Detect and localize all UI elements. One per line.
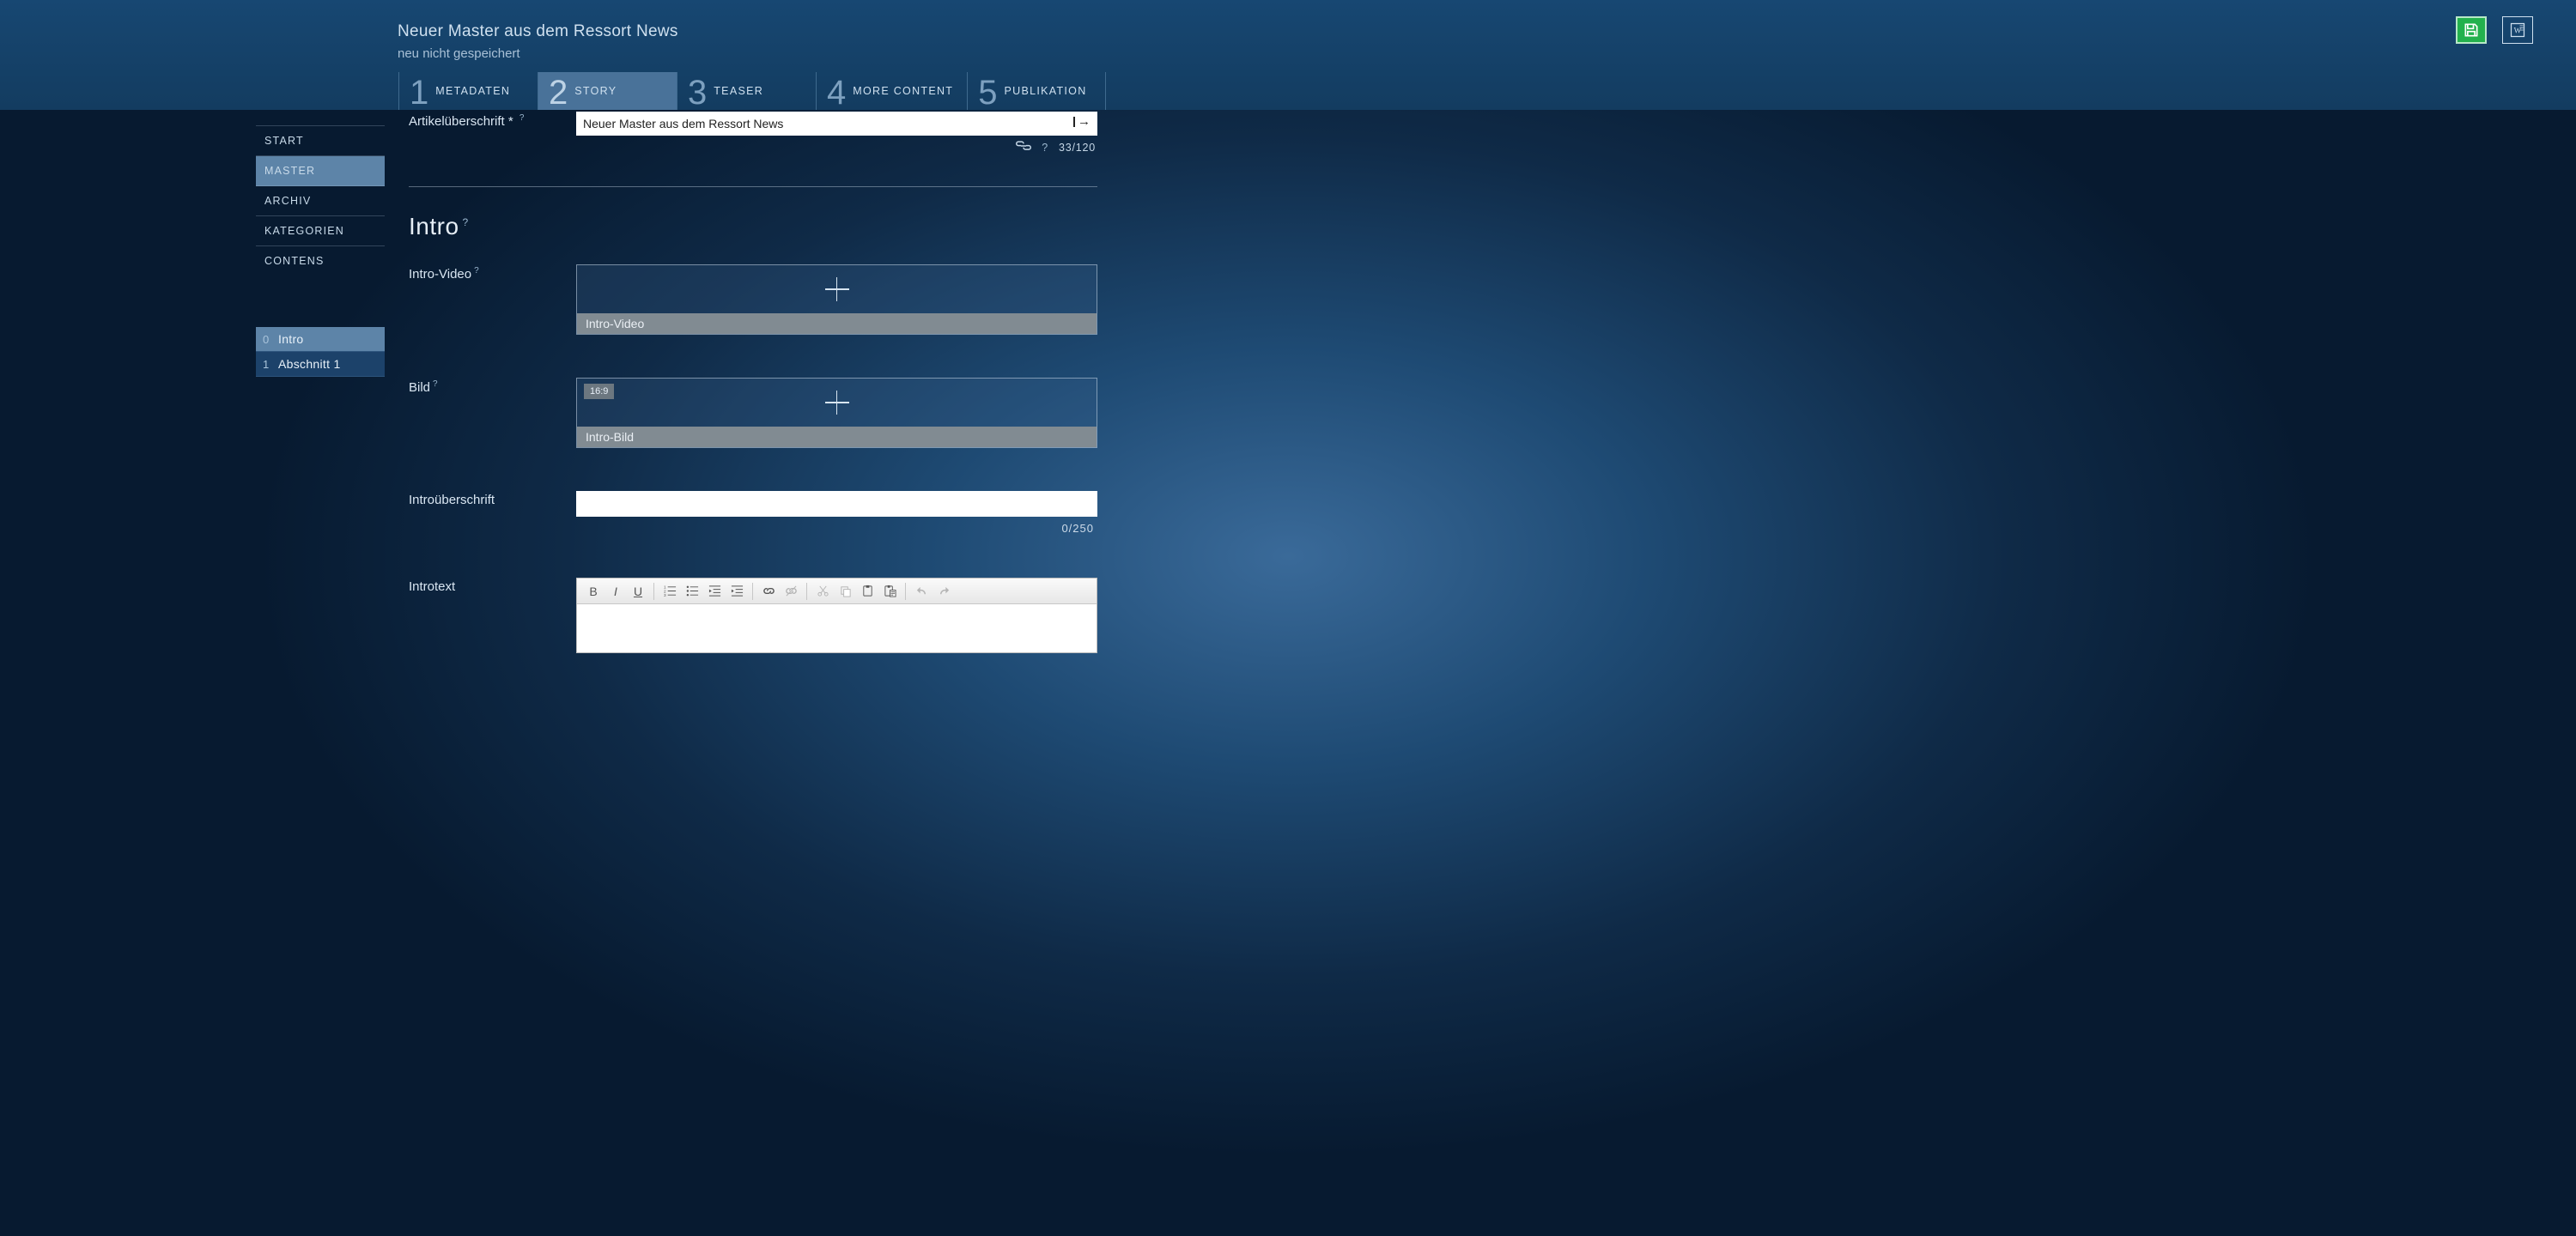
sidebar-item-kategorien[interactable]: KATEGORIEN (256, 216, 385, 246)
link-icon[interactable] (1016, 141, 1031, 154)
section-item-abschnitt-1[interactable]: 1 Abschnitt 1 (256, 352, 385, 377)
intro-video-caption: Intro-Video (577, 313, 1097, 334)
redo-button[interactable] (933, 581, 955, 602)
tab-story[interactable]: 2 STORY (538, 72, 677, 110)
main-form: Artikelüberschrift * ? → ? 33/120 (397, 110, 1109, 705)
ordered-list-button[interactable]: 123 (659, 581, 681, 602)
word-icon: W (2509, 21, 2526, 39)
headline-input[interactable] (576, 112, 1097, 136)
section-nav: 0 Intro 1 Abschnitt 1 (256, 327, 385, 377)
intro-video-dropzone[interactable]: Intro-Video (576, 264, 1097, 335)
page-subtitle: neu nicht gespeichert (398, 41, 2576, 61)
save-button[interactable] (2456, 16, 2487, 44)
section-item-intro[interactable]: 0 Intro (256, 327, 385, 352)
rte-toolbar: B I U 123 (577, 579, 1097, 604)
page-title: Neuer Master aus dem Ressort News (398, 0, 2576, 41)
divider (409, 186, 1097, 187)
tab-publikation[interactable]: 5 PUBLIKATION (967, 72, 1106, 110)
intro-video-label: Intro-Video? (409, 264, 576, 282)
plus-icon (825, 391, 849, 415)
intro-text-label: Introtext (409, 578, 576, 594)
headline-label: Artikelüberschrift * ? (409, 112, 576, 129)
bold-button[interactable]: B (582, 581, 605, 602)
help-icon[interactable]: ? (471, 266, 479, 276)
outdent-button[interactable] (703, 581, 726, 602)
word-export-button[interactable]: W (2502, 16, 2533, 44)
tab-more-content[interactable]: 4 MORE CONTENT (816, 72, 967, 110)
underline-button[interactable]: U (627, 581, 649, 602)
sidebar-item-archiv[interactable]: ARCHIV (256, 186, 385, 216)
indent-button[interactable] (726, 581, 748, 602)
insert-link-button[interactable] (757, 581, 780, 602)
help-icon[interactable]: ? (430, 379, 438, 389)
header-band: Neuer Master aus dem Ressort News neu ni… (0, 0, 2576, 110)
help-icon[interactable]: ? (517, 113, 525, 123)
sidebar-item-start[interactable]: START (256, 125, 385, 156)
help-icon[interactable]: ? (1042, 142, 1048, 154)
copy-button[interactable] (834, 581, 856, 602)
sidebar: START MASTER ARCHIV KATEGORIEN CONTENS 0… (256, 110, 385, 377)
sidebar-item-contens[interactable]: CONTENS (256, 246, 385, 276)
unordered-list-button[interactable] (681, 581, 703, 602)
help-icon[interactable]: ? (459, 216, 469, 228)
tab-metadaten[interactable]: 1 METADATEN (398, 72, 538, 110)
remove-link-button[interactable] (780, 581, 802, 602)
header-toolbar: W (2456, 16, 2533, 44)
aspect-ratio-badge: 16:9 (584, 384, 614, 399)
italic-button[interactable]: I (605, 581, 627, 602)
undo-button[interactable] (910, 581, 933, 602)
intro-heading-label: Introüberschrift (409, 491, 576, 507)
cut-button[interactable] (811, 581, 834, 602)
headline-counter: 33/120 (1059, 142, 1096, 154)
tab-teaser[interactable]: 3 TEASER (677, 72, 816, 110)
intro-heading-input[interactable] (576, 491, 1097, 517)
intro-image-caption: Intro-Bild (577, 427, 1097, 447)
paste-plain-button[interactable] (878, 581, 901, 602)
save-icon (2463, 21, 2480, 39)
paste-button[interactable] (856, 581, 878, 602)
intro-text-editor: B I U 123 (576, 578, 1097, 653)
intro-section-title: Intro? (409, 213, 1097, 240)
sidebar-item-master[interactable]: MASTER (256, 156, 385, 186)
plus-icon (825, 277, 849, 301)
intro-image-dropzone[interactable]: 16:9 Intro-Bild (576, 378, 1097, 448)
step-tabs: 1 METADATEN 2 STORY 3 TEASER 4 MORE CONT… (398, 72, 1106, 110)
intro-image-label: Bild? (409, 378, 576, 395)
intro-text-area[interactable] (577, 604, 1097, 652)
svg-text:3: 3 (664, 593, 666, 597)
intro-heading-counter: 0/250 (576, 517, 1097, 535)
